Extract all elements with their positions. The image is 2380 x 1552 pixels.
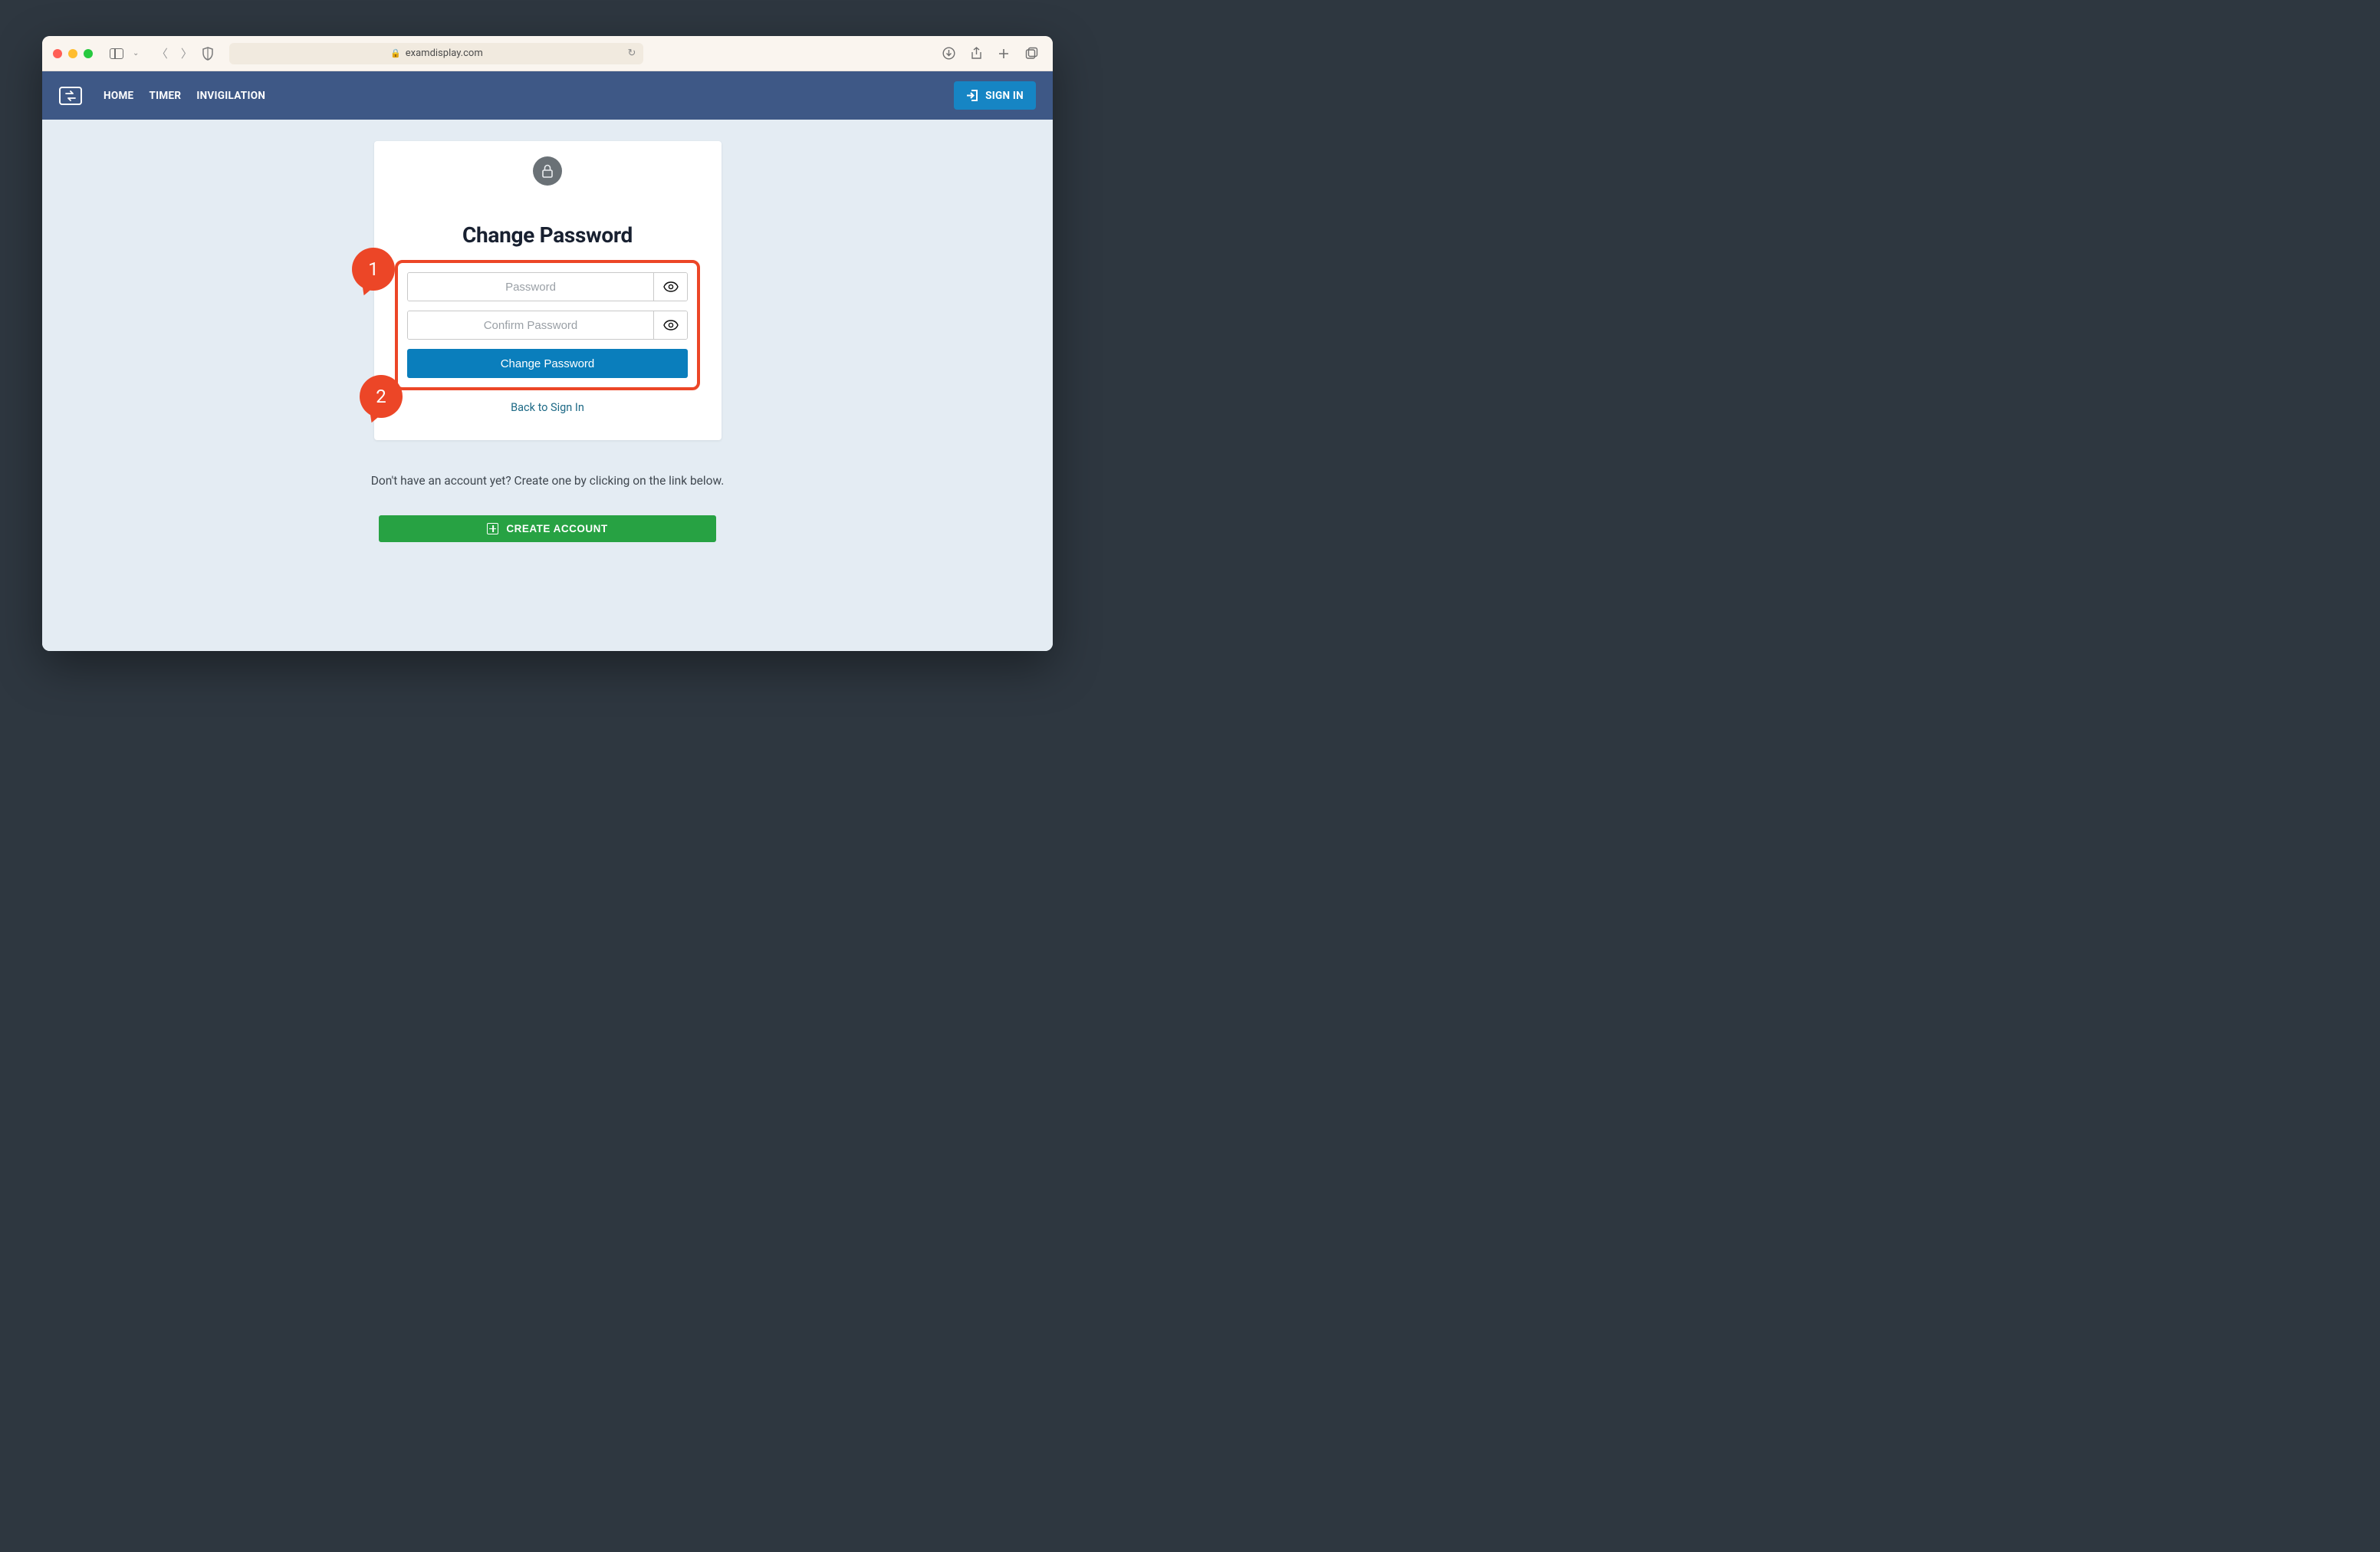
back-to-sign-in-link[interactable]: Back to Sign In [511,401,584,414]
annotation-step-2: 2 [360,375,403,418]
browser-window: ⌄ 〈 〉 🔒 examdisplay.com ↻ [42,36,1053,651]
privacy-shield-icon[interactable] [202,47,214,61]
new-tab-icon[interactable] [993,48,1014,60]
nav-link-home[interactable]: HOME [104,90,133,102]
reload-icon[interactable]: ↻ [627,48,636,59]
downloads-icon[interactable] [938,47,959,60]
lock-badge-icon [533,156,562,186]
eye-icon [663,281,679,292]
create-account-label: CREATE ACCOUNT [506,523,607,534]
window-minimize-button[interactable] [68,49,77,58]
nav-link-timer[interactable]: TIMER [149,90,181,102]
browser-back-button[interactable]: 〈 [153,45,171,61]
app-logo-icon[interactable] [59,87,82,105]
change-password-button[interactable]: Change Password [407,349,688,378]
nav-links: HOME TIMER INVIGILATION [104,90,265,102]
password-row [407,272,688,301]
change-password-card: Change Password Change Password [374,141,722,440]
sign-in-label: SIGN IN [985,90,1024,102]
sign-in-icon [966,89,979,102]
no-account-text: Don't have an account yet? Create one by… [371,474,725,488]
toggle-confirm-password-visibility-button[interactable] [653,311,687,339]
url-host: examdisplay.com [406,48,483,59]
page-body: Change Password Change Password [42,120,1053,651]
card-title: Change Password [462,222,633,248]
sidebar-toggle-icon[interactable] [110,48,123,59]
nav-link-invigilation[interactable]: INVIGILATION [196,90,265,102]
annotation-step-1: 1 [352,248,395,291]
toggle-password-visibility-button[interactable] [653,273,687,301]
confirm-password-row [407,311,688,340]
window-close-button[interactable] [53,49,62,58]
app-navbar: HOME TIMER INVIGILATION SIGN IN [42,71,1053,120]
create-account-button[interactable]: CREATE ACCOUNT [379,515,716,542]
address-bar[interactable]: 🔒 examdisplay.com ↻ [229,43,643,64]
tabs-overview-icon[interactable] [1021,47,1042,60]
browser-toolbar: ⌄ 〈 〉 🔒 examdisplay.com ↻ [42,36,1053,71]
traffic-lights [53,49,93,58]
chevron-down-icon[interactable]: ⌄ [133,49,139,58]
password-input[interactable] [408,273,653,301]
share-icon[interactable] [965,47,987,61]
form-highlight-box: Change Password [395,260,700,390]
lock-icon: 🔒 [390,48,401,58]
eye-icon [663,320,679,330]
confirm-password-input[interactable] [408,311,653,339]
sign-in-button[interactable]: SIGN IN [954,81,1036,110]
browser-forward-button[interactable]: 〉 [177,45,196,61]
window-maximize-button[interactable] [84,49,93,58]
plus-box-icon [487,523,498,534]
